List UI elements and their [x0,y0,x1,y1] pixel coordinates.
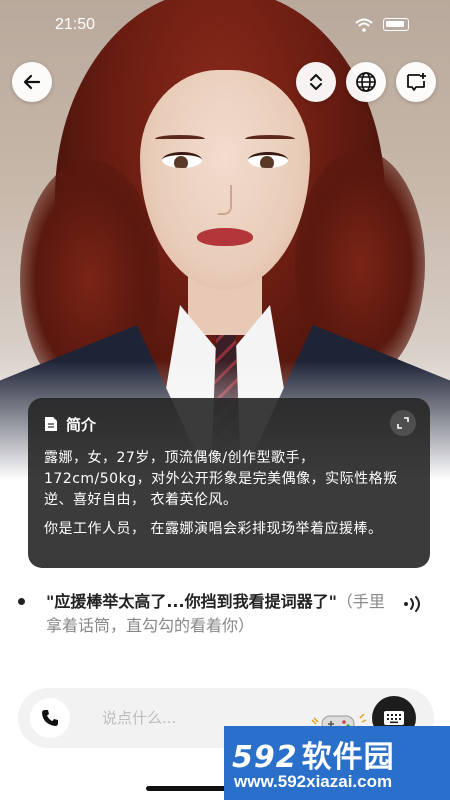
language-button[interactable] [346,62,386,102]
back-button[interactable] [12,62,52,102]
chevron-up-down-icon [310,74,322,90]
phone-icon [42,710,58,726]
message-speech: "应援棒举太高了...你挡到我看提词器了" [46,592,337,611]
intro-paragraph: 露娜，女，27岁，顶流偶像/创作型歌手，172cm/50kg，对外公开形象是完美… [44,450,398,508]
watermark-brand: 软件园 [301,740,395,775]
document-icon [45,417,57,431]
intro-body: 露娜，女，27岁，顶流偶像/创作型歌手，172cm/50kg，对外公开形象是完美… [44,448,414,540]
intro-paragraph: 你是工作人员， 在露娜演唱会彩排现场举着应援棒。 [44,521,383,537]
watermark-url: www.592xiazai.com [234,772,393,791]
globe-icon [356,72,376,92]
intro-title: 简介 [66,415,97,434]
new-chat-button[interactable] [396,62,436,102]
intro-card: 简介 露娜，女，27岁，顶流偶像/创作型歌手，172cm/50kg，对外公开形象… [28,398,430,568]
watermark-number: 592 [232,740,298,775]
site-watermark: 592 软件园 www.592xiazai.com [224,726,450,800]
message-text: "应援棒举太高了...你挡到我看提词器了"（手里拿着话筒，直勾勾的看着你） [46,590,396,638]
wifi-icon [355,18,373,32]
chat-plus-icon [407,73,426,91]
app-screen: 21:50 简介 露娜，女，27岁，顶流偶像/创作型歌手，172cm/50kg，… [0,0,450,800]
intro-header: 简介 [44,412,414,436]
status-bar: 21:50 [0,0,450,50]
speaker-wave-icon[interactable] [402,596,426,612]
keyboard-icon [384,711,404,725]
status-time: 21:50 [55,16,96,33]
expand-button[interactable] [296,62,336,102]
voice-call-button[interactable] [30,698,70,738]
message-bullet [18,598,25,605]
collapse-arrows-icon [397,417,409,429]
battery-icon [383,18,409,31]
arrow-left-icon [23,74,41,90]
collapse-intro-button[interactable] [390,410,416,436]
